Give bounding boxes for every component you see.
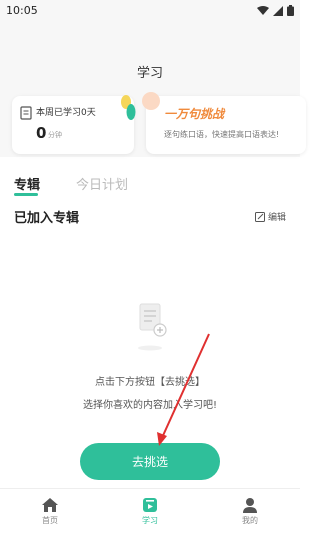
study-minutes: 0 <box>36 124 47 142</box>
book-icon <box>20 106 32 120</box>
status-time: 10:05 <box>6 4 38 17</box>
pick-button[interactable]: 去挑选 <box>80 443 220 480</box>
page-title: 学习 <box>136 66 163 81</box>
signal-icon <box>273 5 283 16</box>
wifi-icon <box>257 5 269 15</box>
tab-today-plan[interactable]: 今日计划 <box>76 174 128 193</box>
challenge-card[interactable]: 一万句挑战 逐句练口语，快速提高口语表达! <box>142 92 306 154</box>
battery-icon <box>287 5 294 16</box>
challenge-title: 一万句挑战 <box>164 107 225 121</box>
nav-home[interactable]: 首页 <box>0 489 100 533</box>
challenge-subtitle: 逐句练口语，快速提高口语表达! <box>164 130 280 139</box>
nav-home-label: 首页 <box>42 515 58 525</box>
home-icon <box>42 497 58 512</box>
section-title: 已加入专辑 <box>14 211 80 226</box>
empty-hint-line2: 选择你喜欢的内容加入学习吧! <box>82 400 217 411</box>
nav-profile[interactable]: 我的 <box>200 489 300 533</box>
study-stats-card[interactable]: 本周已学习0天 0 分钟 <box>12 95 136 154</box>
tab-albums[interactable]: 专辑 <box>14 174 40 193</box>
study-minutes-unit: 分钟 <box>48 131 62 139</box>
status-icons <box>257 5 294 16</box>
edit-button[interactable]: 编辑 <box>254 210 286 223</box>
study-week-label: 本周已学习0天 <box>36 108 96 118</box>
status-bar: 10:05 <box>0 0 300 22</box>
empty-hint-line1: 点击下方按钮【去挑选】 <box>95 377 205 388</box>
decor-leaf-icon <box>121 95 136 120</box>
bottom-nav: 首页 学习 我的 <box>0 488 300 533</box>
nav-profile-label: 我的 <box>242 515 258 525</box>
nav-study-label: 学习 <box>142 515 158 525</box>
empty-document-icon <box>138 303 167 351</box>
decor-circle <box>142 92 160 110</box>
profile-icon <box>243 497 257 513</box>
edit-label: 编辑 <box>267 213 286 223</box>
edit-icon <box>254 211 265 222</box>
tab-indicator <box>14 193 38 196</box>
tab-bar: 专辑 今日计划 <box>14 174 128 193</box>
nav-study[interactable]: 学习 <box>100 489 200 533</box>
study-icon <box>143 497 157 512</box>
